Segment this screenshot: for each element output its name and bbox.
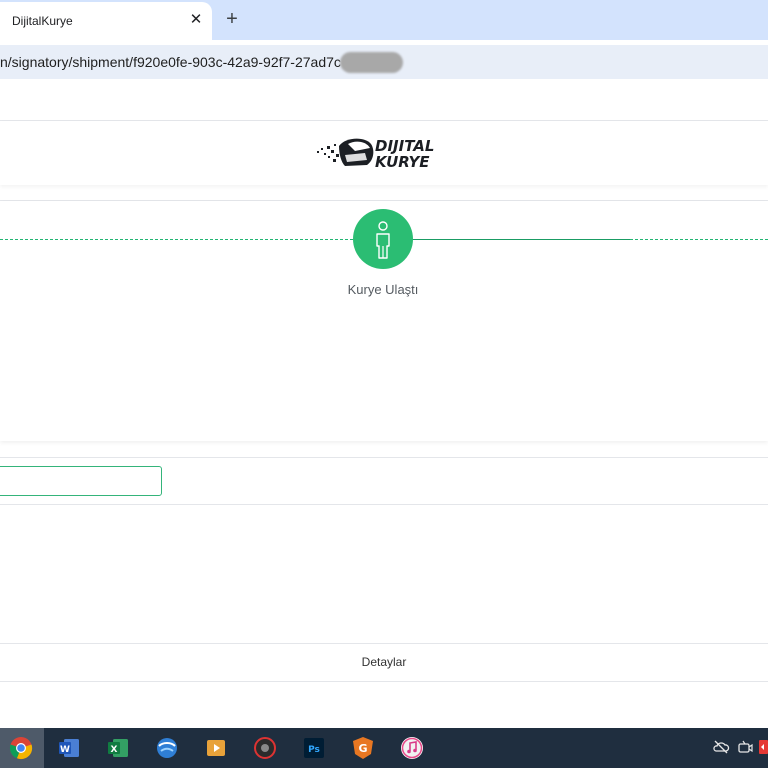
divider [0,457,768,458]
browser-toolbar: n/signatory/shipment/f920e0fe-903c-42a9-… [0,40,768,84]
excel-letter: X [111,745,118,755]
signature-input[interactable] [0,466,162,496]
address-bar[interactable]: n/signatory/shipment/f920e0fe-903c-42a9-… [0,45,768,79]
progress-track-segment [410,239,630,240]
g-letter: G [358,742,367,755]
divider [0,681,768,682]
redacted-url-part [340,52,403,73]
browser-tab[interactable]: DijitalKurye ✕ [0,2,212,40]
photoshop-label: Ps [308,745,320,755]
media-player-icon[interactable] [204,736,228,760]
recorder-icon[interactable] [253,736,277,760]
chrome-icon[interactable] [9,736,33,760]
red-tray-icon[interactable] [758,738,768,756]
step-label: Kurye Ulaştı [347,282,419,297]
camera-icon[interactable] [736,738,754,756]
close-icon[interactable]: ✕ [186,10,206,30]
divider [0,504,768,505]
itunes-icon[interactable] [400,736,424,760]
word-icon[interactable]: W [57,736,81,760]
url-text: n/signatory/shipment/f920e0fe-903c-42a9-… [0,54,341,70]
cloud-offline-icon[interactable] [712,738,730,756]
photoshop-icon[interactable]: Ps [302,736,326,760]
step-status-circle [353,209,413,269]
details-link[interactable]: Detaylar [324,655,444,669]
tab-title: DijitalKurye [12,14,73,28]
excel-icon[interactable]: X [106,736,130,760]
g-app-icon[interactable]: G [351,736,375,760]
logo-line2: KURYE [375,153,430,170]
new-tab-icon[interactable]: + [220,8,244,32]
word-letter: W [60,745,70,755]
taskbar: W X Ps G [0,728,768,768]
person-icon [376,221,390,259]
browser-tabstrip: DijitalKurye ✕ + [0,0,768,40]
network-icon[interactable] [155,736,179,760]
brand-logo[interactable]: DIJITAL KURYE [315,134,451,172]
divider [0,643,768,644]
brand-wordmark: DIJITAL KURYE [375,137,434,170]
